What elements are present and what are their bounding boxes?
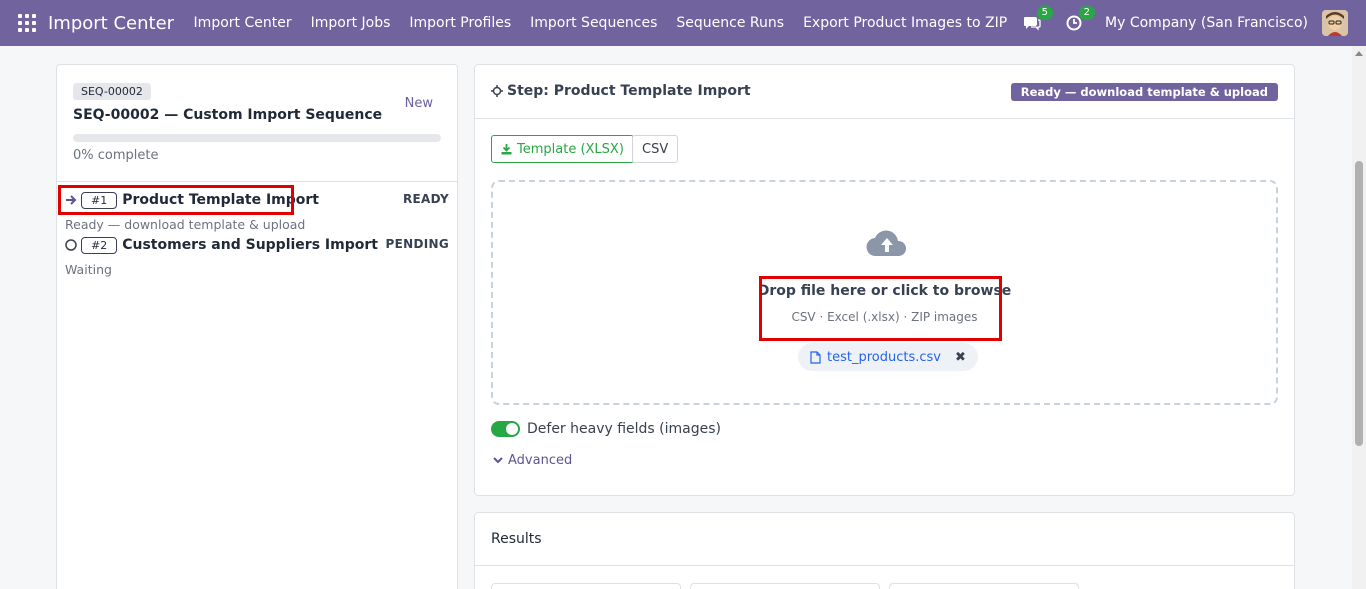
circle-outline-icon	[65, 239, 77, 251]
sequence-panel: SEQ-00002 SEQ-00002 — Custom Import Sequ…	[56, 64, 458, 589]
step-subtext-2: Waiting	[65, 262, 112, 277]
result-stat-box	[690, 583, 880, 589]
crosshair-icon	[491, 85, 503, 97]
defer-heavy-fields-toggle[interactable]	[491, 421, 520, 437]
sequence-progress-bar	[73, 134, 441, 142]
menu-import-jobs[interactable]: Import Jobs	[311, 15, 391, 31]
navbar-right: 5 2 My Company (San Francisco)	[1021, 0, 1348, 46]
defer-heavy-fields-label: Defer heavy fields (images)	[527, 421, 722, 437]
chevron-down-icon	[493, 457, 503, 464]
apps-grid-icon[interactable]	[18, 14, 36, 32]
sequence-status: New	[404, 96, 433, 111]
sequence-title: SEQ-00002 — Custom Import Sequence	[73, 107, 383, 123]
results-title: Results	[491, 531, 542, 547]
step-name: Customers and Suppliers Import	[122, 237, 378, 253]
template-button-label: Template (XLSX)	[517, 141, 624, 157]
menu-import-center[interactable]: Import Center	[194, 15, 292, 31]
file-dropzone[interactable]: Drop file here or click to browse CSV · …	[491, 180, 1278, 405]
download-template-csv-button[interactable]: CSV	[632, 135, 679, 163]
step-status-pill: Ready — download template & upload	[1010, 83, 1278, 101]
result-stat-box	[491, 583, 681, 589]
step-state-1: READY	[402, 192, 449, 206]
step-detail-card: Step: Product Template Import Ready — do…	[474, 64, 1295, 496]
step-number-badge: #2	[81, 236, 118, 254]
advanced-toggle[interactable]: Advanced	[493, 453, 572, 468]
download-icon	[501, 143, 512, 155]
company-switcher[interactable]: My Company (San Francisco)	[1105, 15, 1308, 31]
activities-clock-icon[interactable]: 2	[1063, 6, 1096, 34]
highlight-box-dropzone	[759, 276, 1002, 341]
step-state-2: PENDING	[385, 237, 449, 251]
step-subtext-1: Ready — download template & upload	[65, 217, 306, 232]
scrollbar-thumb[interactable]	[1355, 161, 1363, 446]
remove-file-icon[interactable]: ✖	[955, 350, 966, 365]
selected-file-chip: test_products.csv ✖	[798, 343, 978, 371]
app-brand[interactable]: Import Center	[48, 13, 174, 34]
messages-count-badge: 5	[1036, 6, 1054, 20]
defer-heavy-fields-row: Defer heavy fields (images)	[491, 421, 721, 437]
menu-import-sequences[interactable]: Import Sequences	[530, 15, 657, 31]
page-scrollbar[interactable]	[1352, 46, 1366, 589]
step-card-title: Step: Product Template Import	[491, 83, 751, 99]
highlight-box-step-1	[58, 185, 294, 215]
menu-sequence-runs[interactable]: Sequence Runs	[676, 15, 784, 31]
step-card-title-text: Step: Product Template Import	[507, 83, 751, 99]
menu-import-profiles[interactable]: Import Profiles	[409, 15, 511, 31]
step-card-header: Step: Product Template Import Ready — do…	[475, 65, 1294, 119]
step-item-2[interactable]: #2 Customers and Suppliers Import	[65, 234, 378, 256]
top-navbar: Import Center Import Center Import Jobs …	[0, 0, 1366, 46]
sequence-progress-text: 0% complete	[73, 148, 159, 163]
results-card: Results	[474, 512, 1295, 589]
sequence-tag: SEQ-00002	[73, 83, 151, 100]
results-divider	[475, 565, 1294, 566]
file-icon	[810, 350, 821, 364]
selected-file-name: test_products.csv	[827, 349, 941, 365]
messages-icon[interactable]: 5	[1021, 6, 1054, 34]
user-avatar[interactable]	[1322, 10, 1348, 36]
scroll-up-arrow-icon[interactable]	[1355, 51, 1363, 56]
cloud-upload-icon	[865, 224, 909, 260]
activities-count-badge: 2	[1078, 6, 1096, 20]
panel-divider	[57, 181, 457, 182]
menu-export-product-images[interactable]: Export Product Images to ZIP	[803, 15, 1007, 31]
advanced-label: Advanced	[508, 453, 573, 468]
download-template-xlsx-button[interactable]: Template (XLSX)	[491, 135, 634, 163]
result-stat-box	[889, 583, 1079, 589]
